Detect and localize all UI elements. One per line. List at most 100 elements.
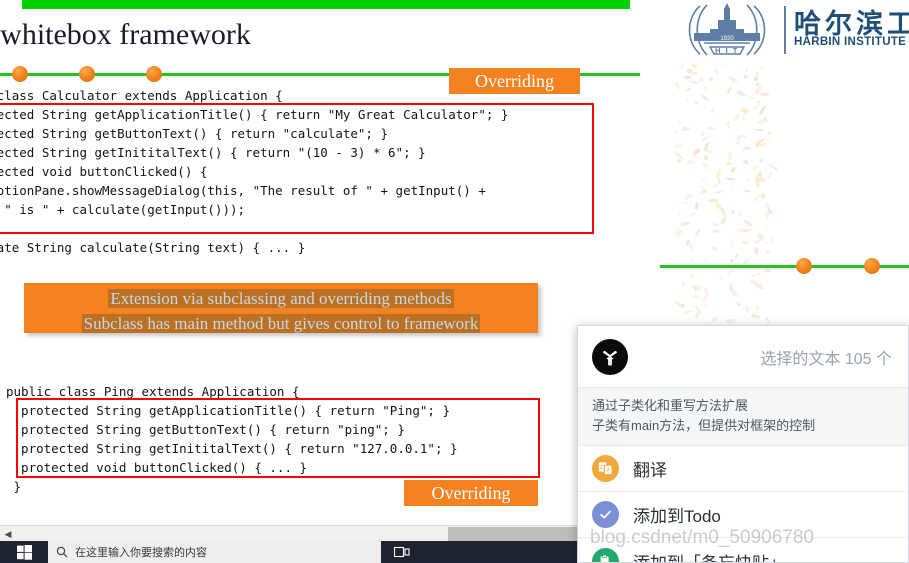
confetti-fleck — [764, 248, 770, 255]
confetti-fleck — [756, 100, 761, 103]
popup-item-add-to-todo[interactable]: 添加到Todo — [578, 492, 908, 538]
confetti-fleck — [677, 119, 682, 124]
confetti-fleck — [742, 218, 753, 228]
confetti-fleck — [703, 86, 709, 93]
confetti-fleck — [677, 211, 682, 216]
rule-dot — [864, 258, 880, 274]
confetti-fleck — [692, 294, 699, 298]
check-icon — [592, 501, 619, 528]
confetti-fleck — [689, 80, 700, 85]
selection-excerpt: 通过子类化和重写方法扩展 子类有main方法，但提供对框架的控制 — [578, 387, 908, 446]
caret-left-icon[interactable]: ◀ — [2, 528, 14, 540]
confetti-fleck — [683, 75, 691, 79]
confetti-fleck — [758, 158, 764, 163]
taskbar-search-box[interactable]: 在这里输入你要搜索的内容 — [48, 541, 381, 563]
hit-name-en: HARBIN INSTITUTE — [794, 36, 907, 48]
red-highlight-box-calculator — [0, 103, 594, 234]
confetti-fleck — [711, 180, 721, 189]
confetti-fleck — [680, 220, 691, 227]
confetti-fleck — [750, 164, 758, 173]
confetti-fleck — [716, 168, 721, 177]
taskbar-search-placeholder: 在这里输入你要搜索的内容 — [75, 547, 207, 559]
slide-title: the whitebox framework — [0, 18, 251, 51]
confetti-fleck — [763, 134, 774, 143]
search-icon — [56, 546, 68, 558]
confetti-fleck — [759, 65, 765, 71]
confetti-fleck — [725, 177, 735, 181]
popup-header: 选择的文本 105 个 — [578, 326, 908, 387]
confetti-fleck — [686, 158, 694, 165]
confetti-fleck — [726, 151, 733, 163]
confetti-fleck — [738, 89, 742, 92]
confetti-fleck — [676, 158, 682, 164]
confetti-fleck — [702, 154, 709, 162]
confetti-fleck — [754, 247, 759, 255]
hit-letterhead: 1920 H I T 哈尔滨工 HARBIN INSTITUTE — [672, 0, 909, 62]
screen: the whitebox framework public class Calc… — [0, 0, 909, 563]
confetti-fleck — [689, 273, 696, 281]
confetti-fleck — [692, 147, 702, 156]
confetti-fleck — [682, 201, 690, 206]
confetti-fleck — [707, 77, 714, 83]
hit-emblem-icon: 1920 H I T — [680, 2, 774, 60]
confetti-fleck — [701, 292, 710, 304]
confetti-fleck — [673, 81, 682, 91]
confetti-fleck — [758, 104, 767, 116]
selection-count-label: 选择的文本 105 个 — [760, 350, 892, 368]
confetti-fleck — [744, 65, 749, 73]
confetti-fleck — [765, 211, 770, 221]
popup-item-label: 翻译 — [633, 461, 667, 480]
confetti-fleck — [758, 282, 763, 287]
popup-item-label: 添加到Todo — [633, 507, 721, 526]
confetti-fleck — [687, 242, 695, 251]
confetti-fleck — [699, 93, 710, 102]
youdao-selection-popup[interactable]: 选择的文本 105 个 通过子类化和重写方法扩展 子类有main方法，但提供对框… — [577, 325, 909, 563]
slide-divider-rule-right — [660, 258, 909, 274]
rule-dot — [79, 66, 95, 82]
selected-text-2: Subclass has main method but gives contr… — [81, 314, 481, 333]
confetti-fleck — [750, 315, 762, 319]
confetti-fleck — [767, 171, 773, 179]
confetti-fleck — [724, 317, 735, 323]
confetti-fleck — [768, 236, 776, 245]
confetti-fleck — [698, 303, 708, 307]
selected-text-1: Extension via subclassing and overriding… — [108, 289, 454, 308]
clipboard-icon — [592, 547, 619, 562]
confetti-fleck — [736, 301, 742, 307]
confetti-fleck — [691, 284, 704, 292]
confetti-fleck — [755, 306, 760, 311]
confetti-fleck — [733, 112, 742, 122]
confetti-fleck — [743, 189, 750, 193]
popup-item-translate[interactable]: 文 A 翻译 — [578, 446, 908, 492]
confetti-fleck — [683, 192, 688, 195]
popup-item-add-to-sticky-note[interactable]: 添加到「备忘快贴」 — [578, 538, 908, 563]
confetti-fleck — [708, 149, 714, 154]
selection-excerpt-line-1: 通过子类化和重写方法扩展 — [592, 398, 749, 413]
youdao-logo-icon — [592, 338, 628, 375]
confetti-fleck — [729, 185, 733, 189]
confetti-fleck — [728, 115, 733, 120]
confetti-fleck — [693, 99, 700, 106]
rule-dot — [796, 258, 812, 274]
popup-item-label: 添加到「备忘快贴」 — [633, 553, 786, 563]
confetti-fleck — [749, 278, 759, 285]
slide-canvas: the whitebox framework public class Calc… — [0, 0, 675, 525]
svg-text:文: 文 — [599, 464, 604, 471]
task-view-icon[interactable] — [385, 541, 419, 563]
confetti-fleck — [693, 228, 702, 238]
red-highlight-box-ping — [16, 398, 540, 478]
confetti-fleck — [751, 102, 761, 111]
confetti-fleck — [726, 85, 733, 95]
windows-start-icon[interactable] — [0, 541, 48, 563]
confetti-fleck — [761, 192, 766, 199]
confetti-fleck — [744, 177, 750, 182]
confetti-fleck — [712, 222, 720, 227]
confetti-fleck — [736, 134, 747, 139]
confetti-fleck — [700, 131, 704, 138]
selection-excerpt-line-2: 子类有main方法，但提供对框架的控制 — [592, 418, 816, 433]
confetti-fleck — [681, 281, 687, 287]
confetti-fleck — [706, 125, 716, 131]
confetti-fleck — [690, 155, 700, 158]
confetti-fleck — [764, 240, 768, 243]
hit-emblem-year: 1920 — [720, 36, 734, 42]
